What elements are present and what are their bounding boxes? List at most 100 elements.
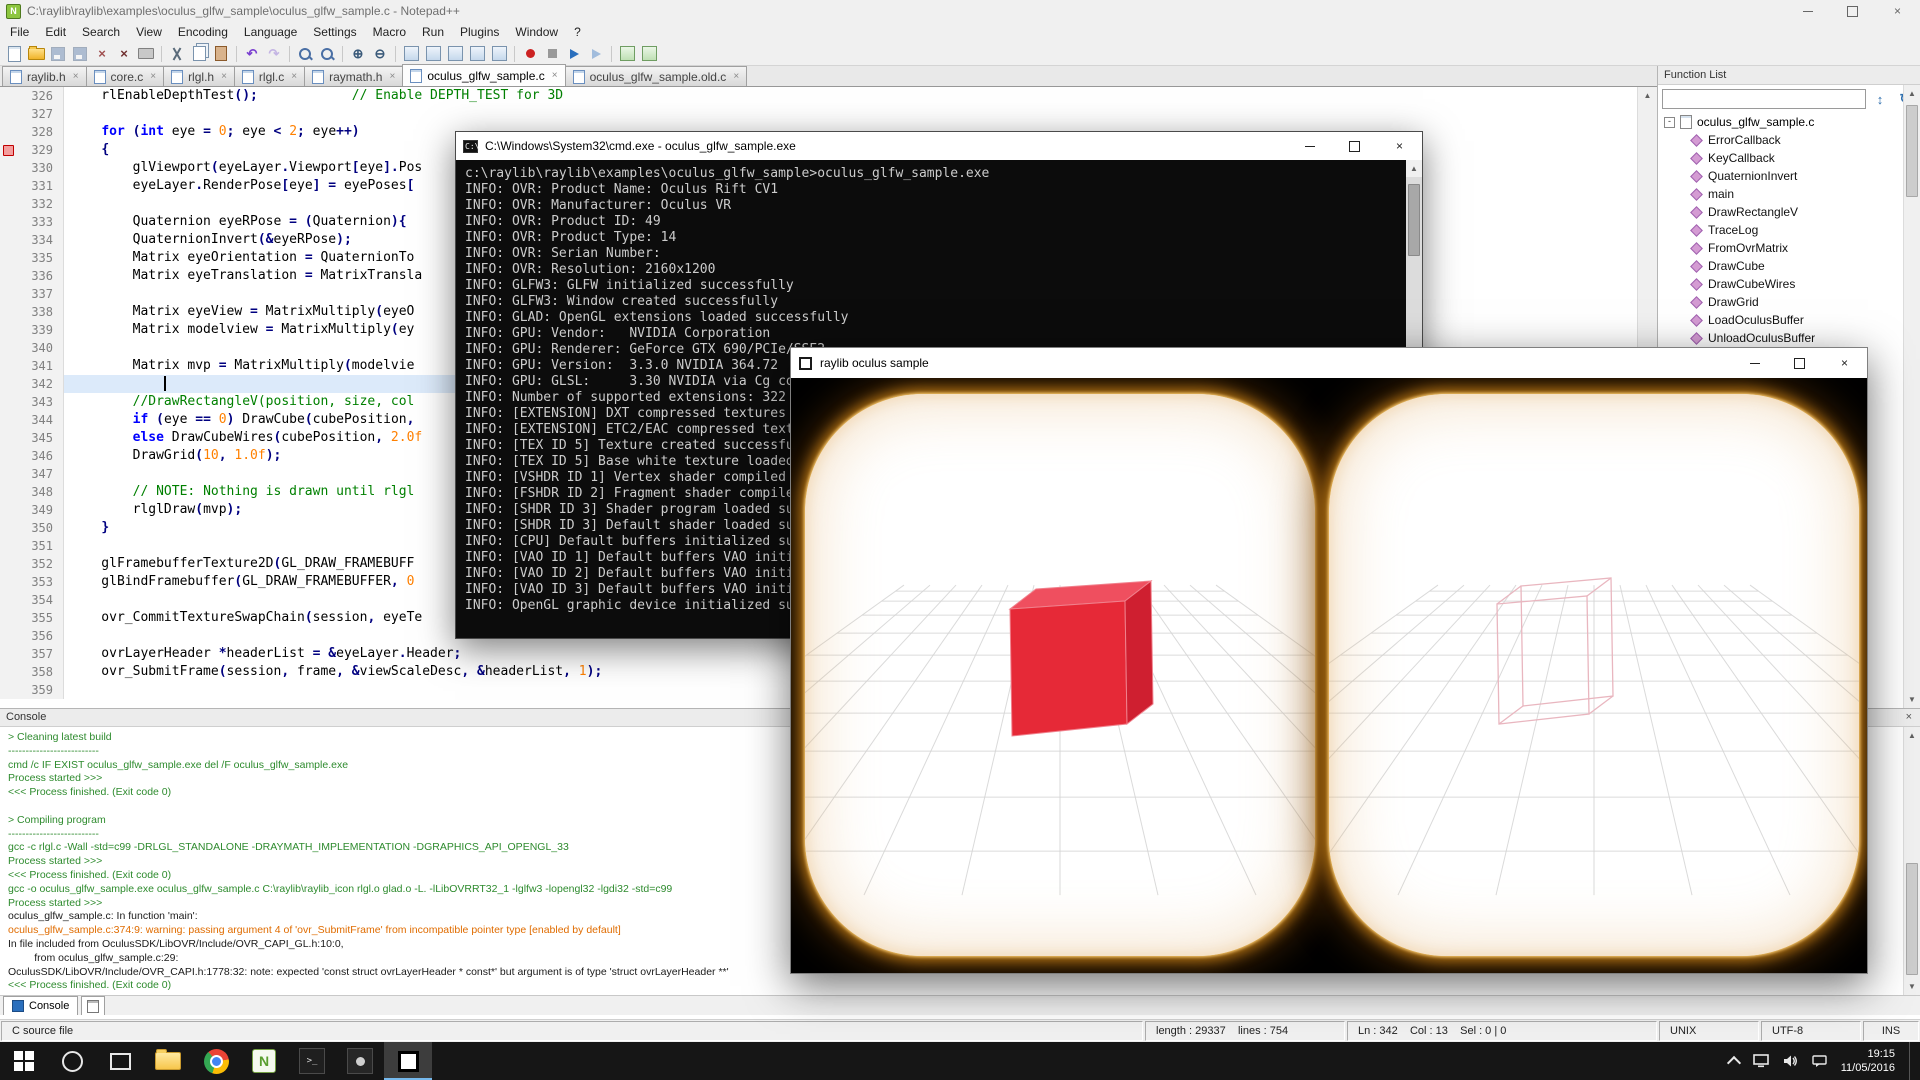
indent-guides-icon[interactable] [489, 44, 509, 64]
menu-encoding[interactable]: Encoding [170, 23, 236, 41]
document-map-icon[interactable] [617, 44, 637, 64]
volume-icon[interactable] [1783, 1054, 1798, 1068]
sync-vertical-icon[interactable] [401, 44, 421, 64]
function-list-item-QuaternionInvert[interactable]: QuaternionInvert [1658, 167, 1920, 185]
tab-rlgl.c[interactable]: rlgl.c× [234, 66, 305, 86]
function-list-root[interactable]: - oculus_glfw_sample.c [1658, 113, 1920, 131]
menu-edit[interactable]: Edit [37, 23, 74, 41]
tab-close-icon[interactable]: × [73, 71, 79, 82]
show-desktop-button[interactable] [1909, 1042, 1916, 1080]
function-list-item-ErrorCallback[interactable]: ErrorCallback [1658, 131, 1920, 149]
raylib-titlebar[interactable]: raylib oculus sample × [791, 348, 1867, 378]
function-list-item-main[interactable]: main [1658, 185, 1920, 203]
tab-close-icon[interactable]: × [291, 71, 297, 82]
scroll-up-arrow[interactable]: ▲ [1904, 727, 1920, 744]
sync-horizontal-icon[interactable] [423, 44, 443, 64]
menu-help[interactable]: ? [566, 23, 589, 41]
minimize-button[interactable] [1732, 348, 1777, 378]
word-wrap-icon[interactable] [445, 44, 465, 64]
function-list-item-DrawCube[interactable]: DrawCube [1658, 257, 1920, 275]
maximize-button[interactable] [1332, 132, 1377, 160]
taskbar-clock[interactable]: 19:15 11/05/2016 [1841, 1047, 1895, 1075]
paste-icon[interactable] [211, 44, 231, 64]
scroll-up-arrow[interactable]: ▲ [1638, 87, 1657, 104]
find-icon[interactable] [295, 44, 315, 64]
tab-oculus_glfw_sample.c[interactable]: oculus_glfw_sample.c× [402, 64, 565, 86]
show-all-characters-icon[interactable] [467, 44, 487, 64]
task-view-button[interactable] [96, 1042, 144, 1080]
tab-oculus_glfw_sample.old.c[interactable]: oculus_glfw_sample.old.c× [565, 66, 748, 86]
redo-icon[interactable]: ↷ [264, 44, 284, 64]
tab-close-icon[interactable]: × [389, 71, 395, 82]
tab-close-icon[interactable]: × [221, 71, 227, 82]
media-app-button[interactable] [336, 1042, 384, 1080]
status-encoding[interactable]: UTF-8 [1761, 1021, 1861, 1041]
macro-run-multiple-icon[interactable] [586, 44, 606, 64]
tab-raylib.h[interactable]: raylib.h× [2, 66, 87, 86]
scroll-down-arrow[interactable]: ▼ [1904, 691, 1920, 708]
status-eol[interactable]: UNIX [1659, 1021, 1759, 1041]
function-list-item-TraceLog[interactable]: TraceLog [1658, 221, 1920, 239]
close-button[interactable]: × [1875, 0, 1920, 22]
console-close-icon[interactable]: × [1906, 711, 1912, 723]
copy-icon[interactable] [189, 44, 209, 64]
function-list-item-KeyCallback[interactable]: KeyCallback [1658, 149, 1920, 167]
code-line-327[interactable]: 327 [0, 105, 1637, 123]
show-hidden-icons-chevron[interactable] [1727, 1055, 1741, 1069]
menu-macro[interactable]: Macro [365, 23, 414, 41]
scroll-down-arrow[interactable]: ▼ [1904, 978, 1920, 995]
menu-view[interactable]: View [128, 23, 170, 41]
cut-icon[interactable] [167, 44, 187, 64]
minimize-button[interactable] [1785, 0, 1830, 22]
close-all-icon[interactable]: × [114, 44, 134, 64]
new-file-icon[interactable] [4, 44, 24, 64]
zoom-out-icon[interactable]: ⊖ [370, 44, 390, 64]
menu-settings[interactable]: Settings [305, 23, 364, 41]
function-list-item-DrawGrid[interactable]: DrawGrid [1658, 293, 1920, 311]
function-list-item-DrawCubeWires[interactable]: DrawCubeWires [1658, 275, 1920, 293]
menu-language[interactable]: Language [236, 23, 305, 41]
macro-playback-icon[interactable] [564, 44, 584, 64]
menu-search[interactable]: Search [74, 23, 128, 41]
tab-close-icon[interactable]: × [733, 71, 739, 82]
notepadpp-taskbar-button[interactable]: N [240, 1042, 288, 1080]
code-line-326[interactable]: 326 rlEnableDepthTest(); // Enable DEPTH… [0, 87, 1637, 105]
save-icon[interactable] [48, 44, 68, 64]
notepadpp-titlebar[interactable]: N C:\raylib\raylib\examples\oculus_glfw_… [0, 0, 1920, 23]
network-icon[interactable] [1753, 1054, 1769, 1068]
macro-stop-icon[interactable] [542, 44, 562, 64]
scroll-up-arrow[interactable]: ▲ [1904, 85, 1920, 102]
console-scrollbar[interactable]: ▲ ▼ [1903, 727, 1920, 995]
menu-file[interactable]: File [2, 23, 37, 41]
replace-icon[interactable] [317, 44, 337, 64]
macro-record-icon[interactable] [520, 44, 540, 64]
function-list-item-DrawRectangleV[interactable]: DrawRectangleV [1658, 203, 1920, 221]
scroll-up-arrow[interactable]: ▲ [1406, 160, 1422, 177]
function-list-scrollbar[interactable]: ▲ ▼ [1903, 85, 1920, 708]
collapse-expander-icon[interactable]: - [1664, 117, 1675, 128]
minimize-button[interactable] [1287, 132, 1332, 160]
tab-rlgl.h[interactable]: rlgl.h× [163, 66, 235, 86]
cmd-scrollbar-thumb[interactable] [1408, 184, 1420, 256]
search-button[interactable] [48, 1042, 96, 1080]
menu-run[interactable]: Run [414, 23, 452, 41]
sort-az-icon[interactable]: ↕ [1869, 88, 1891, 110]
tab-raymath.h[interactable]: raymath.h× [304, 66, 403, 86]
start-button[interactable] [0, 1042, 48, 1080]
doc-panel-tab[interactable] [81, 996, 105, 1015]
action-center-icon[interactable] [1812, 1054, 1827, 1068]
terminal-app-button[interactable]: >_ [288, 1042, 336, 1080]
menu-plugins[interactable]: Plugins [452, 23, 507, 41]
file-explorer-button[interactable] [144, 1042, 192, 1080]
save-all-icon[interactable] [70, 44, 90, 64]
console-scrollbar-thumb[interactable] [1906, 863, 1918, 975]
function-list-item-UnloadOculusBuffer[interactable]: UnloadOculusBuffer [1658, 329, 1920, 347]
console-tab[interactable]: Console [3, 996, 78, 1015]
print-icon[interactable] [136, 44, 156, 64]
close-icon[interactable]: × [92, 44, 112, 64]
chrome-button[interactable] [192, 1042, 240, 1080]
menu-window[interactable]: Window [507, 23, 566, 41]
zoom-in-icon[interactable]: ⊕ [348, 44, 368, 64]
tab-core.c[interactable]: core.c× [86, 66, 165, 86]
raylib-taskbar-button[interactable] [384, 1042, 432, 1080]
